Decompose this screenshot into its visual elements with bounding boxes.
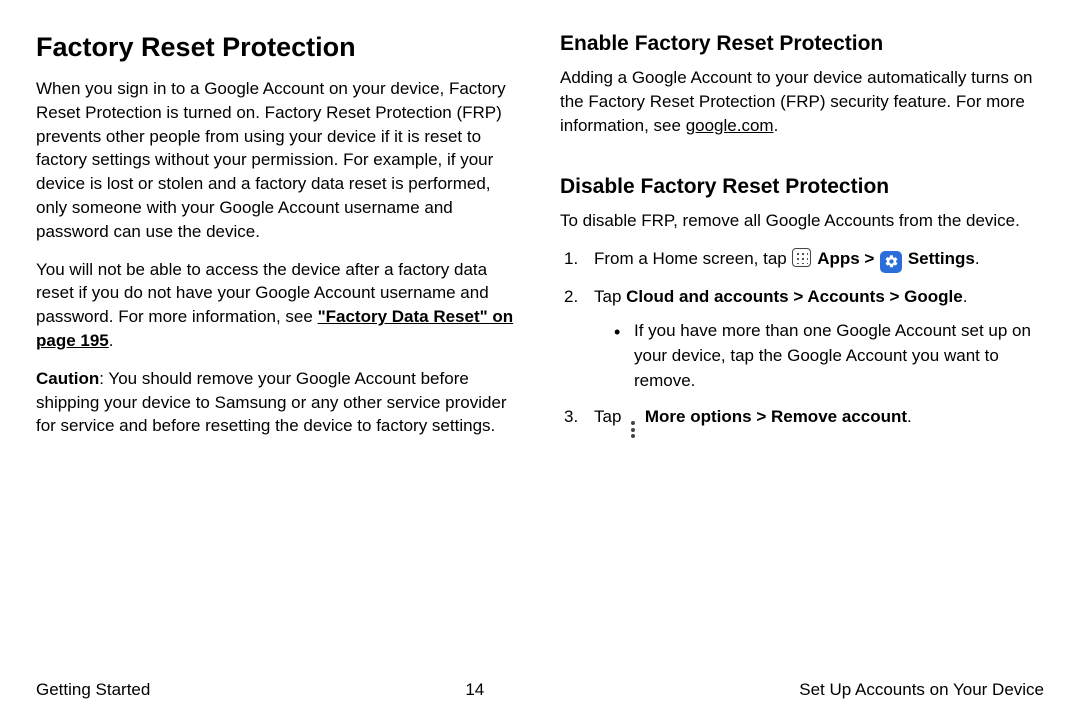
step3-path: More options > Remove account [645, 407, 907, 426]
caution-paragraph: Caution: You should remove your Google A… [36, 367, 520, 438]
step2-bullet: If you have more than one Google Account… [614, 319, 1044, 393]
steps-list: From a Home screen, tap Apps > Settings.… [560, 247, 1044, 439]
step2-tail: . [963, 287, 968, 306]
step2-path: Cloud and accounts > Accounts > Google [626, 287, 963, 306]
disable-section: Disable Factory Reset Protection To disa… [560, 175, 1044, 451]
caution-label: Caution [36, 369, 99, 388]
step1-text-a: From a Home screen, tap [594, 249, 791, 268]
footer-left: Getting Started [36, 680, 150, 700]
google-link[interactable]: google.com [686, 116, 774, 135]
right-column: Enable Factory Reset Protection Adding a… [560, 32, 1044, 672]
intro-paragraph-2: You will not be able to access the devic… [36, 258, 520, 353]
footer-right: Set Up Accounts on Your Device [799, 680, 1044, 700]
step1-sep: > [860, 249, 879, 268]
step1-apps-label: Apps [817, 249, 860, 268]
disable-paragraph: To disable FRP, remove all Google Accoun… [560, 209, 1044, 233]
apps-icon [792, 248, 811, 267]
page-content: Factory Reset Protection When you sign i… [36, 32, 1044, 672]
p2-text-b: . [109, 331, 114, 350]
step-2: Tap Cloud and accounts > Accounts > Goog… [564, 285, 1044, 394]
page-footer: Getting Started 14 Set Up Accounts on Yo… [36, 672, 1044, 700]
enable-tail: . [774, 116, 779, 135]
enable-text: Adding a Google Account to your device a… [560, 68, 1033, 135]
step3-tail: . [907, 407, 912, 426]
intro-paragraph-1: When you sign in to a Google Account on … [36, 77, 520, 244]
step3-text-a: Tap [594, 407, 626, 426]
step-1: From a Home screen, tap Apps > Settings. [564, 247, 1044, 273]
caution-text: : You should remove your Google Account … [36, 369, 507, 436]
footer-page-number: 14 [465, 680, 484, 700]
step-3: Tap More options > Remove account. [564, 405, 1044, 439]
left-column: Factory Reset Protection When you sign i… [36, 32, 520, 672]
more-options-icon [628, 420, 638, 439]
page-title: Factory Reset Protection [36, 32, 520, 63]
enable-heading: Enable Factory Reset Protection [560, 32, 1044, 56]
step2-text-a: Tap [594, 287, 626, 306]
step1-settings-label: Settings [908, 249, 975, 268]
enable-paragraph: Adding a Google Account to your device a… [560, 66, 1044, 137]
step2-sublist: If you have more than one Google Account… [594, 319, 1044, 393]
disable-heading: Disable Factory Reset Protection [560, 175, 1044, 199]
settings-icon [880, 251, 902, 273]
step1-tail: . [975, 249, 980, 268]
